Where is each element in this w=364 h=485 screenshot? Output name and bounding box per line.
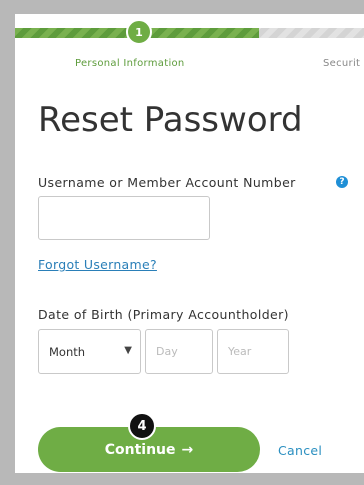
- chevron-down-icon: ▼: [124, 345, 132, 356]
- content-panel: [15, 14, 364, 473]
- dob-label: Date of Birth (Primary Accountholder): [38, 307, 289, 322]
- question-circle-icon[interactable]: ?: [336, 176, 348, 188]
- step-indicator: 1: [126, 19, 152, 45]
- day-input[interactable]: [145, 329, 213, 374]
- month-select[interactable]: Month ▼: [38, 329, 141, 374]
- month-select-value: Month: [49, 344, 86, 359]
- step-label-security: Securit: [323, 58, 361, 69]
- year-input[interactable]: [217, 329, 289, 374]
- annotation-badge: 4: [128, 412, 156, 440]
- username-input[interactable]: [38, 196, 210, 240]
- username-label: Username or Member Account Number: [38, 175, 296, 190]
- cancel-link[interactable]: Cancel: [278, 443, 322, 458]
- forgot-username-link[interactable]: Forgot Username?: [38, 257, 157, 272]
- step-label-personal-information: Personal Information: [75, 58, 185, 69]
- continue-button-label: Continue: [104, 441, 176, 458]
- arrow-right-icon: →: [181, 441, 194, 458]
- page-title: Reset Password: [38, 100, 303, 140]
